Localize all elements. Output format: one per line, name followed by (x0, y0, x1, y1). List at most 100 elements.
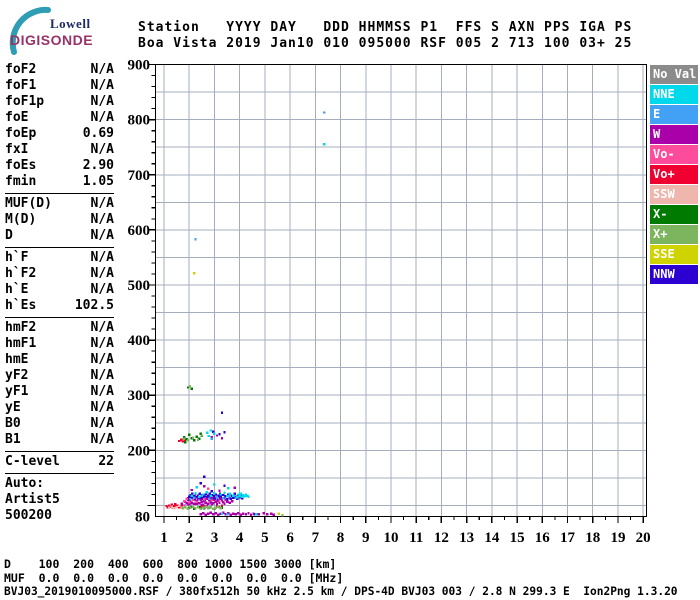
data-point-nne (228, 493, 230, 495)
data-point-vo- (183, 500, 185, 502)
data-point-x+ (189, 506, 191, 508)
y-axis-label: 900 (128, 58, 151, 74)
data-point-nne (196, 486, 198, 488)
x-axis-label: 16 (535, 530, 551, 546)
x-axis-label: 11 (409, 530, 423, 546)
data-point-nne (209, 494, 211, 496)
data-point-sse (193, 272, 195, 274)
data-point-w (230, 514, 232, 516)
y-axis-label: 500 (128, 278, 151, 294)
data-point-ssw (173, 507, 175, 509)
data-point-nne (238, 495, 240, 497)
data-point-nne (206, 432, 208, 434)
x-axis-label: 9 (362, 530, 370, 546)
data-point-w (211, 497, 213, 499)
plot-frame (156, 65, 647, 517)
data-point-nne (191, 494, 193, 496)
data-point-sse (278, 513, 280, 515)
data-point-w (207, 513, 209, 515)
data-point-nne (232, 494, 234, 496)
data-point-w (217, 514, 219, 516)
data-point-vo- (203, 498, 205, 500)
data-point-w (221, 437, 223, 439)
y-axis-label: 400 (128, 333, 151, 349)
x-axis-label: 15 (510, 530, 525, 546)
x-axis-label: 17 (560, 530, 576, 546)
data-point-w (196, 503, 198, 505)
d-distance-row: D 100 200 400 600 800 1000 1500 3000 [km… (4, 557, 336, 571)
x-axis-label: 3 (211, 530, 219, 546)
data-point-x- (196, 435, 198, 437)
data-point-x+ (197, 506, 199, 508)
data-point-vo- (192, 499, 194, 501)
data-point-nne (213, 483, 215, 485)
data-point-nne (255, 513, 257, 515)
data-point-ssw (168, 506, 170, 508)
data-point-w (273, 514, 275, 516)
ionogram-plot: 9008007006005004003002008012345678910111… (0, 0, 700, 600)
data-point-ssw (170, 505, 172, 507)
data-point-nnw (221, 412, 223, 414)
x-axis-label: 14 (484, 530, 500, 546)
data-point-x- (184, 441, 186, 443)
data-point-x+ (184, 506, 186, 508)
data-point-nnw (220, 495, 222, 497)
x-axis-label: 10 (383, 530, 398, 546)
data-point-w (240, 514, 242, 516)
data-point-x+ (202, 506, 204, 508)
data-point-w (187, 503, 189, 505)
data-point-w (215, 500, 217, 502)
data-point-w (226, 500, 228, 502)
data-point-e (228, 495, 230, 497)
data-point-e (194, 238, 196, 240)
legend-item-vo-: Vo- (650, 145, 698, 164)
data-point-nnw (222, 494, 224, 496)
data-point-e (323, 111, 325, 113)
data-point-w (223, 503, 225, 505)
data-point-ssw (175, 506, 177, 508)
data-point-nne (213, 492, 215, 494)
data-point-vo- (188, 501, 190, 503)
data-point-w (245, 513, 247, 515)
data-point-x- (193, 439, 195, 441)
data-point-ssw (178, 505, 180, 507)
x-axis-label: 7 (312, 530, 320, 546)
data-point-e (216, 495, 218, 497)
data-point-x+ (199, 508, 201, 510)
data-point-w (266, 513, 268, 515)
data-point-x+ (187, 508, 189, 510)
data-point-nne (213, 433, 215, 435)
x-axis-label: 1 (160, 530, 168, 546)
data-point-x+ (197, 439, 199, 441)
data-point-nne (240, 493, 242, 495)
x-axis-label: 12 (434, 530, 449, 546)
data-point-x+ (215, 506, 217, 508)
data-point-nne (323, 143, 325, 145)
data-point-nne (226, 495, 228, 497)
x-axis-label: 4 (236, 530, 244, 546)
legend-item-vo+: Vo+ (650, 165, 698, 184)
data-point-nne (247, 495, 249, 497)
data-point-vo- (207, 488, 209, 490)
data-point-w (228, 502, 230, 504)
data-point-nne (198, 495, 200, 497)
data-point-e (235, 497, 237, 499)
data-point-w (204, 514, 206, 516)
legend-item-e: E (650, 105, 698, 124)
data-point-x+ (189, 385, 191, 387)
data-point-e (189, 498, 191, 500)
data-point-nnw (212, 430, 214, 432)
status-line: BVJ03_2019010095000.RSF / 380fx512h 50 k… (4, 585, 678, 598)
data-point-w (198, 502, 200, 504)
legend-item-nne: NNE (650, 85, 698, 104)
data-point-w (262, 512, 264, 514)
data-point-w (199, 513, 201, 515)
data-point-x+ (201, 434, 203, 436)
y-axis-label: 200 (128, 443, 151, 459)
legend-item-ssw: SSW (650, 185, 698, 204)
x-axis-label: 20 (636, 530, 651, 546)
y-axis-label: 80 (135, 510, 150, 526)
data-point-x+ (182, 438, 184, 440)
data-point-vo- (211, 499, 213, 501)
data-point-w (215, 512, 217, 514)
